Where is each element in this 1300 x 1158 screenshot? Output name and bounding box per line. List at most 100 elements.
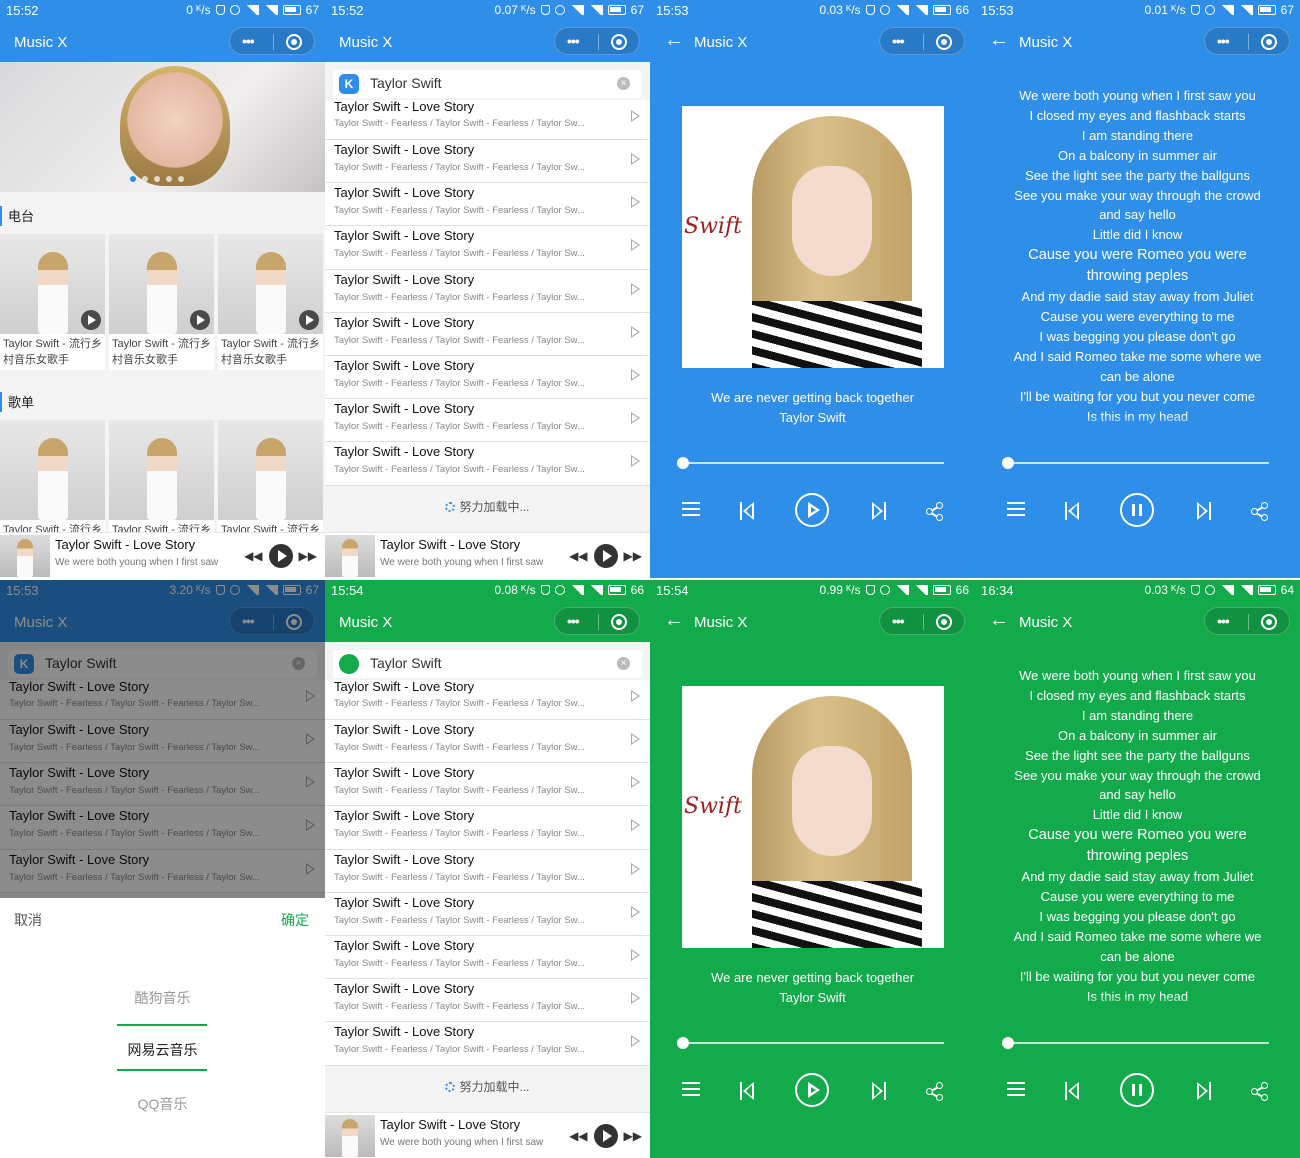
banner-carousel[interactable] bbox=[0, 62, 325, 192]
play-button[interactable] bbox=[268, 544, 293, 568]
share-icon[interactable] bbox=[1251, 1082, 1269, 1101]
more-icon[interactable]: ••• bbox=[1217, 33, 1230, 49]
play-button[interactable] bbox=[795, 1073, 829, 1107]
modal-overlay[interactable] bbox=[0, 580, 325, 898]
previous-icon[interactable] bbox=[740, 502, 754, 520]
capsule-menu[interactable]: ••• bbox=[879, 607, 965, 635]
close-miniprogram-icon[interactable] bbox=[936, 34, 952, 50]
radio-card[interactable]: Taylor Swift - 流行乡 村音乐女歌手 bbox=[0, 234, 105, 370]
result-row[interactable]: Taylor Swift - Love Story Taylor Swift - … bbox=[325, 226, 650, 270]
album-cover[interactable]: Swift bbox=[682, 106, 944, 368]
capsule-menu[interactable]: ••• bbox=[554, 27, 640, 55]
more-icon[interactable]: ••• bbox=[892, 613, 905, 629]
search-query[interactable]: Taylor Swift bbox=[370, 75, 442, 91]
result-row[interactable]: Taylor Swift - Love Story Taylor Swift - … bbox=[325, 269, 650, 313]
play-outline-icon[interactable] bbox=[631, 455, 640, 468]
close-miniprogram-icon[interactable] bbox=[611, 614, 627, 630]
play-outline-icon[interactable] bbox=[631, 325, 640, 338]
kugou-logo-icon[interactable]: K bbox=[339, 74, 359, 94]
close-miniprogram-icon[interactable] bbox=[1261, 34, 1277, 50]
result-row[interactable]: Taylor Swift - Love Story Taylor Swift - … bbox=[325, 892, 650, 936]
progress-slider[interactable] bbox=[677, 1037, 944, 1049]
result-row[interactable]: Taylor Swift - Love Story Taylor Swift - … bbox=[325, 1022, 650, 1066]
share-icon[interactable] bbox=[926, 502, 944, 521]
more-icon[interactable]: ••• bbox=[567, 613, 580, 629]
search-query[interactable]: Taylor Swift bbox=[370, 655, 442, 671]
picker-option[interactable]: 酷狗音乐 bbox=[0, 988, 325, 1008]
play-outline-icon[interactable] bbox=[631, 819, 640, 832]
radio-card[interactable]: Taylor Swift - 流行乡 村音乐女歌手 bbox=[109, 234, 214, 370]
confirm-button[interactable]: 确定 bbox=[281, 910, 309, 930]
more-icon[interactable]: ••• bbox=[567, 33, 580, 49]
picker-option[interactable]: QQ音乐 bbox=[0, 1094, 325, 1114]
play-outline-icon[interactable] bbox=[631, 733, 640, 745]
play-outline-icon[interactable] bbox=[631, 905, 640, 918]
result-row[interactable]: Taylor Swift - Love Story Taylor Swift - … bbox=[325, 355, 650, 400]
progress-slider[interactable] bbox=[1002, 1037, 1269, 1049]
play-outline-icon[interactable] bbox=[631, 776, 640, 789]
play-outline-icon[interactable] bbox=[631, 948, 640, 961]
playlist-menu-icon[interactable] bbox=[682, 502, 700, 516]
clear-icon[interactable]: × bbox=[617, 657, 630, 670]
previous-icon[interactable] bbox=[1065, 502, 1079, 520]
play-outline-icon[interactable] bbox=[631, 153, 640, 165]
clear-icon[interactable]: × bbox=[617, 77, 630, 90]
back-arrow-icon[interactable]: ← bbox=[664, 610, 684, 630]
close-miniprogram-icon[interactable] bbox=[936, 614, 952, 630]
play-outline-icon[interactable] bbox=[631, 368, 640, 381]
result-row[interactable]: Taylor Swift - Love Story Taylor Swift - … bbox=[325, 99, 650, 140]
result-row[interactable]: Taylor Swift - Love Story Taylor Swift - … bbox=[325, 935, 650, 980]
result-row[interactable]: Taylor Swift - Love Story Taylor Swift - … bbox=[325, 849, 650, 893]
more-icon[interactable]: ••• bbox=[242, 33, 255, 49]
play-icon[interactable] bbox=[299, 310, 319, 330]
previous-icon[interactable] bbox=[740, 1082, 754, 1100]
back-arrow-icon[interactable]: ← bbox=[989, 610, 1009, 630]
play-outline-icon[interactable] bbox=[631, 110, 640, 122]
play-button[interactable] bbox=[593, 1124, 618, 1148]
mini-player[interactable]: Taylor Swift - Love Story We were both y… bbox=[325, 1112, 650, 1158]
play-outline-icon[interactable] bbox=[631, 1035, 640, 1048]
play-outline-icon[interactable] bbox=[631, 412, 640, 425]
play-button[interactable] bbox=[593, 544, 618, 568]
next-icon[interactable] bbox=[872, 502, 886, 520]
back-arrow-icon[interactable]: ← bbox=[664, 30, 684, 50]
pause-button[interactable] bbox=[1120, 493, 1154, 527]
close-miniprogram-icon[interactable] bbox=[286, 34, 302, 50]
result-row[interactable]: Taylor Swift - Love Story Taylor Swift - … bbox=[325, 720, 650, 764]
close-miniprogram-icon[interactable] bbox=[611, 34, 627, 50]
lyrics-panel[interactable]: We were both young when I first saw you I… bbox=[975, 86, 1300, 430]
close-miniprogram-icon[interactable] bbox=[1261, 614, 1277, 630]
share-icon[interactable] bbox=[926, 1082, 944, 1101]
back-arrow-icon[interactable]: ← bbox=[989, 30, 1009, 50]
play-outline-icon[interactable] bbox=[631, 690, 640, 702]
next-icon[interactable] bbox=[872, 1082, 886, 1100]
capsule-menu[interactable]: ••• bbox=[1204, 27, 1290, 55]
progress-slider[interactable] bbox=[1002, 457, 1269, 469]
result-row[interactable]: Taylor Swift - Love Story Taylor Swift - … bbox=[325, 679, 650, 720]
more-icon[interactable]: ••• bbox=[1217, 613, 1230, 629]
play-outline-icon[interactable] bbox=[631, 196, 640, 209]
lyrics-panel[interactable]: We were both young when I first saw you I… bbox=[975, 666, 1300, 1010]
play-outline-icon[interactable] bbox=[631, 282, 640, 295]
album-cover[interactable]: Swift bbox=[682, 686, 944, 948]
rewind-icon[interactable]: ◀◀ bbox=[569, 1129, 587, 1143]
result-row[interactable]: Taylor Swift - Love Story Taylor Swift - … bbox=[325, 979, 650, 1023]
result-row[interactable]: Taylor Swift - Love Story Taylor Swift - … bbox=[325, 399, 650, 443]
play-outline-icon[interactable] bbox=[631, 992, 640, 1005]
result-row[interactable]: Taylor Swift - Love Story Taylor Swift - … bbox=[325, 442, 650, 486]
playlist-menu-icon[interactable] bbox=[1007, 1082, 1025, 1096]
pause-button[interactable] bbox=[1120, 1073, 1154, 1107]
previous-icon[interactable] bbox=[1065, 1082, 1079, 1100]
result-row[interactable]: Taylor Swift - Love Story Taylor Swift - … bbox=[325, 140, 650, 184]
play-outline-icon[interactable] bbox=[631, 862, 640, 875]
result-row[interactable]: Taylor Swift - Love Story Taylor Swift - … bbox=[325, 806, 650, 850]
rewind-icon[interactable]: ◀◀ bbox=[244, 549, 262, 563]
progress-knob[interactable] bbox=[677, 457, 689, 469]
next-icon[interactable] bbox=[1197, 502, 1211, 520]
fast-forward-icon[interactable]: ▶▶ bbox=[624, 549, 642, 563]
play-icon[interactable] bbox=[81, 310, 101, 330]
mini-player[interactable]: Taylor Swift - Love Story We were both y… bbox=[0, 532, 325, 578]
playlist-menu-icon[interactable] bbox=[682, 1082, 700, 1096]
result-row[interactable]: Taylor Swift - Love Story Taylor Swift - … bbox=[325, 183, 650, 227]
capsule-menu[interactable]: ••• bbox=[229, 27, 315, 55]
